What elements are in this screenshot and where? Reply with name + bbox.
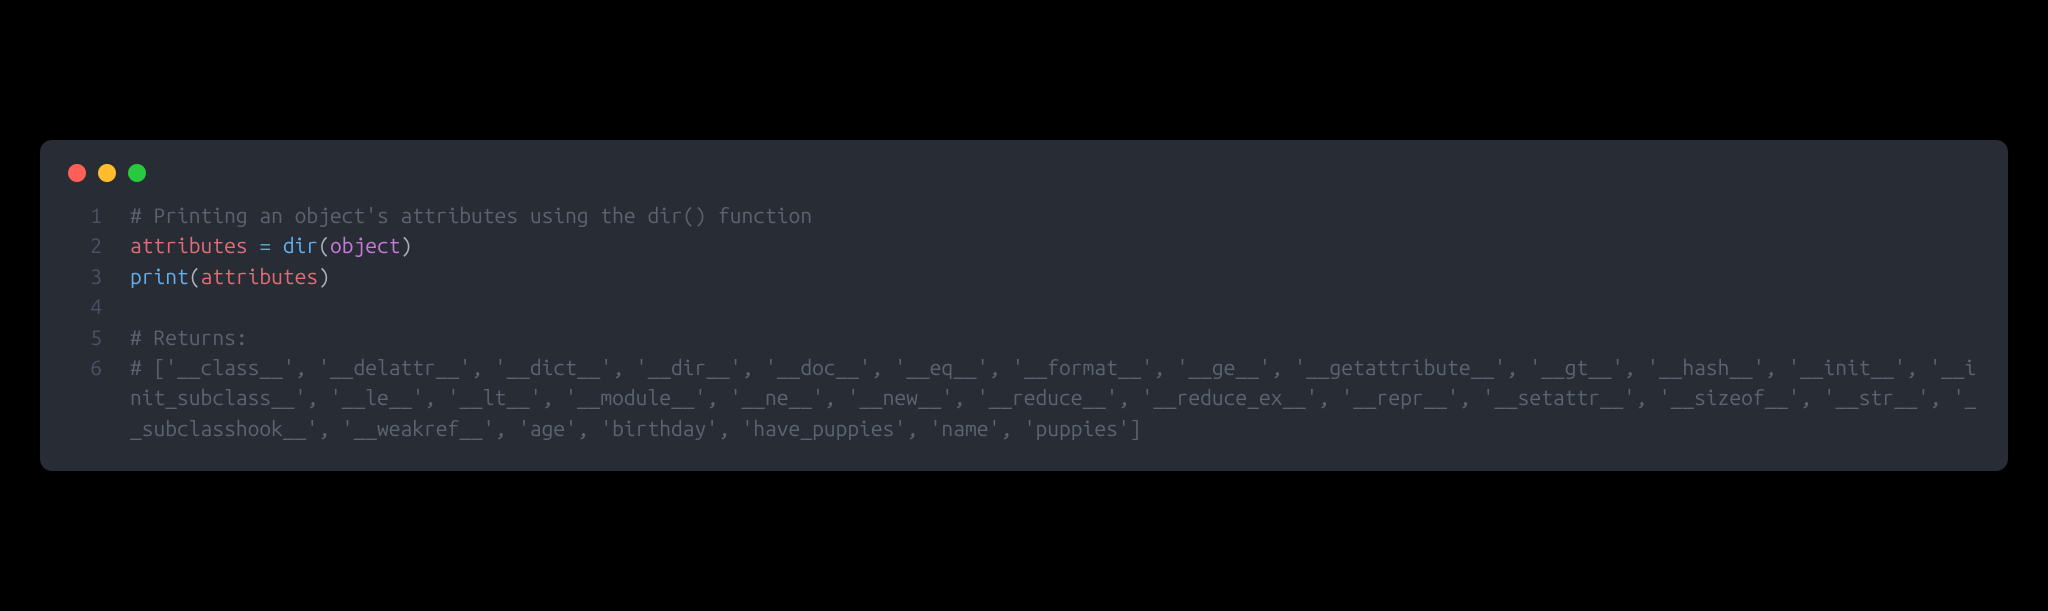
code-line: 5# Returns: [68,322,1980,352]
line-number: 1 [68,200,130,230]
code-line: 2attributes = dir(object) [68,230,1980,260]
line-content: # ['__class__', '__delattr__', '__dict__… [130,352,1980,443]
line-number: 4 [68,291,130,321]
token: ( [318,233,330,257]
window-titlebar [40,164,2008,200]
line-number: 2 [68,230,130,260]
token: dir [283,233,318,257]
line-number: 6 [68,352,130,382]
line-number: 5 [68,322,130,352]
minimize-icon[interactable] [98,164,116,182]
token: attributes [130,233,248,257]
token: ( [189,264,201,288]
line-content: print(attributes) [130,261,1980,291]
token: # Returns: [130,325,248,349]
code-line: 4 [68,291,1980,321]
token: # Printing an object's attributes using … [130,203,812,227]
code-line: 6# ['__class__', '__delattr__', '__dict_… [68,352,1980,443]
line-content: # Printing an object's attributes using … [130,200,1980,230]
token: # ['__class__', '__delattr__', '__dict__… [130,355,1976,440]
code-line: 3print(attributes) [68,261,1980,291]
token: object [330,233,401,257]
zoom-icon[interactable] [128,164,146,182]
line-number: 3 [68,261,130,291]
token: ) [401,233,413,257]
token: = [259,233,271,257]
token [248,233,260,257]
close-icon[interactable] [68,164,86,182]
line-content: # Returns: [130,322,1980,352]
token [271,233,283,257]
token: attributes [201,264,319,288]
token: print [130,264,189,288]
code-area: 1# Printing an object's attributes using… [40,200,2008,444]
token: ) [318,264,330,288]
line-content: attributes = dir(object) [130,230,1980,260]
code-line: 1# Printing an object's attributes using… [68,200,1980,230]
line-content [130,291,1980,321]
code-window: 1# Printing an object's attributes using… [40,140,2008,472]
